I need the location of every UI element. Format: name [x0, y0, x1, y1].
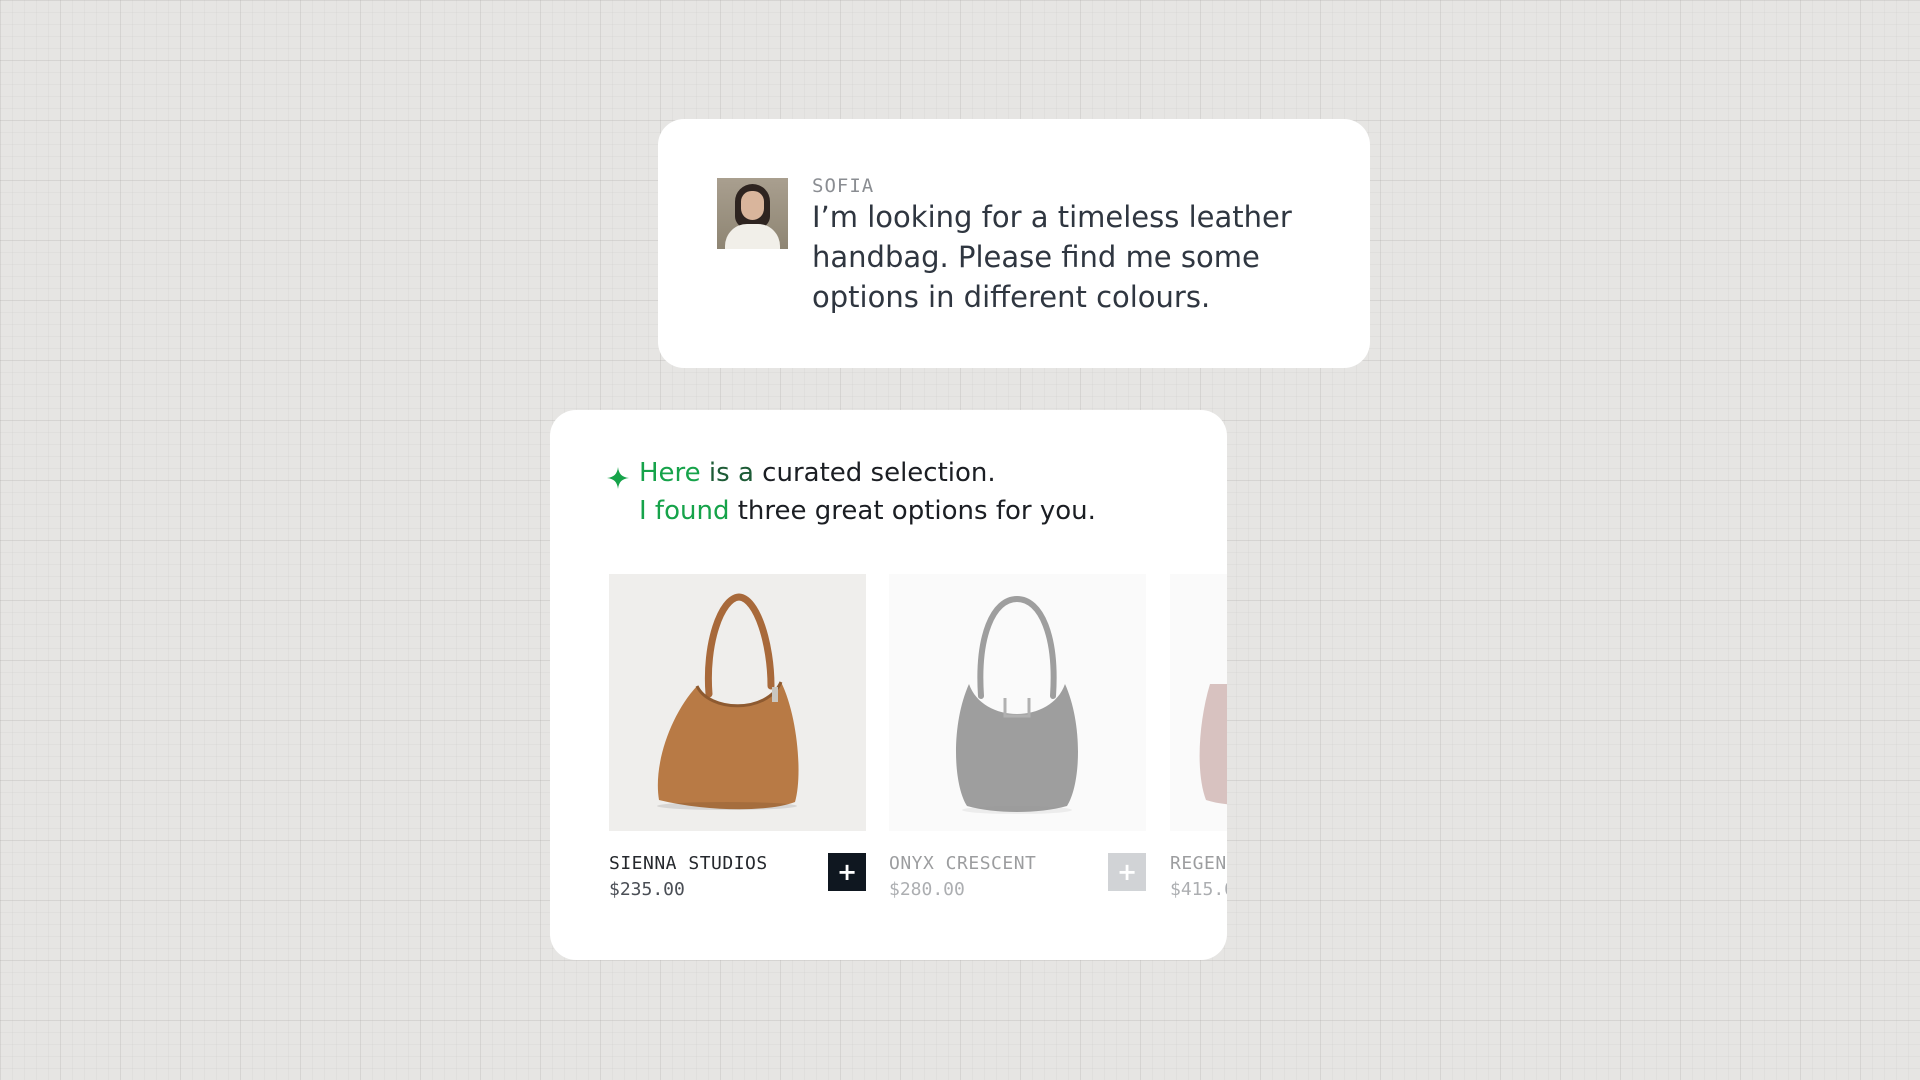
user-message-text: I’m looking for a timeless leather handb…	[812, 200, 1292, 314]
user-name: SOFIA	[812, 175, 875, 197]
reply-rest: three great options for you.	[729, 496, 1096, 526]
product-card[interactable]: SIENNA STUDIOS $235.00 +	[609, 574, 866, 900]
product-card[interactable]: REGENCY $415.00 +	[1170, 574, 1227, 900]
product-image[interactable]	[609, 574, 866, 831]
plus-icon: +	[836, 858, 858, 886]
reply-muted: is a	[700, 458, 754, 488]
reply-highlight: I found	[639, 496, 730, 526]
assistant-reply-line-1: Here is a curated selection.	[639, 458, 996, 488]
add-to-cart-button[interactable]: +	[1108, 853, 1146, 891]
product-name: REGENCY	[1170, 853, 1227, 874]
product-image[interactable]	[889, 574, 1146, 831]
assistant-response-card: Here is a curated selection. I found thr…	[550, 410, 1227, 960]
product-image[interactable]	[1170, 574, 1227, 831]
assistant-reply-line-2: I found three great options for you.	[639, 496, 1096, 526]
add-to-cart-button[interactable]: +	[828, 853, 866, 891]
user-avatar	[717, 178, 788, 249]
user-message-card: SOFIA I’m looking for a timeless leather…	[658, 119, 1370, 368]
product-name: ONYX CRESCENT	[889, 853, 1037, 874]
sparkle-icon	[607, 467, 629, 489]
product-name: SIENNA STUDIOS	[609, 853, 768, 874]
product-price: $415.00	[1170, 879, 1227, 900]
product-price: $235.00	[609, 879, 685, 900]
plus-icon: +	[1116, 858, 1138, 886]
product-price: $280.00	[889, 879, 965, 900]
reply-rest: curated selection.	[753, 458, 996, 488]
product-card[interactable]: ONYX CRESCENT $280.00 +	[889, 574, 1146, 900]
reply-highlight: Here	[639, 458, 701, 488]
